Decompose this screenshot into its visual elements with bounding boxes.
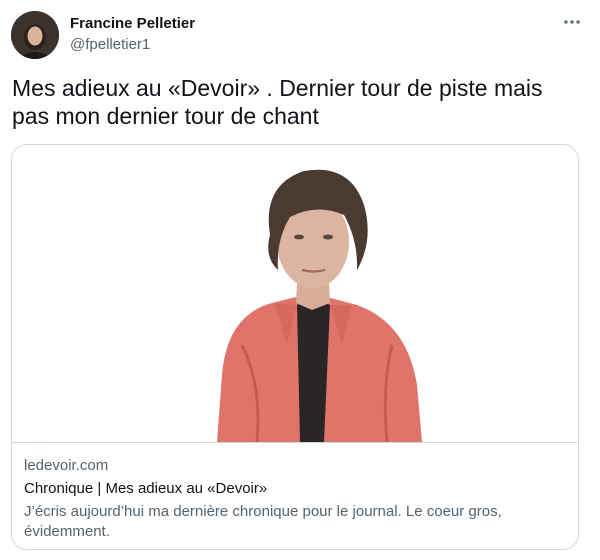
link-card[interactable]: ledevoir.com Chronique | Mes adieux au «… (11, 144, 579, 550)
card-domain: ledevoir.com (24, 457, 109, 474)
tweet-text: Mes adieux au «Devoir» . Dernier tour de… (12, 75, 543, 129)
more-options-button[interactable] (560, 10, 584, 34)
portrait-photo-icon (217, 169, 422, 443)
card-description: J’écris aujourd’hui ma dernière chroniqu… (24, 503, 502, 540)
card-title: Chronique | Mes adieux au «Devoir» (24, 480, 268, 497)
author-name[interactable]: Francine Pelletier (70, 15, 195, 32)
more-dots-icon (564, 20, 580, 24)
card-image (12, 145, 578, 443)
card-meta: ledevoir.com Chronique | Mes adieux au «… (24, 456, 564, 542)
avatar-photo-icon (11, 11, 59, 59)
tweet: Francine Pelletier @fpelletier1 Mes adie… (0, 0, 600, 560)
author-avatar[interactable] (11, 11, 59, 59)
author-handle[interactable]: @fpelletier1 (70, 36, 150, 53)
